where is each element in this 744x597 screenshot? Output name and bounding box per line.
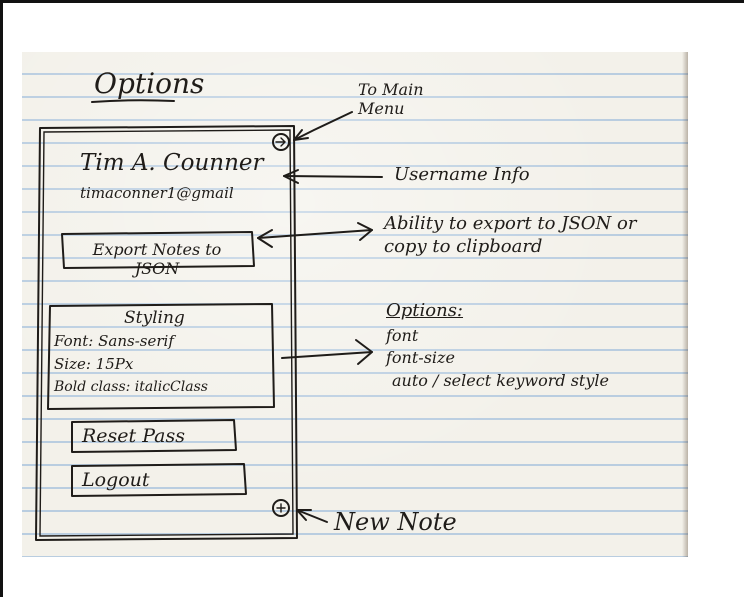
styling-size-line[interactable]: Size: 15Px — [54, 357, 133, 372]
annotation-option-item: auto / select keyword style — [392, 371, 609, 390]
annotation-option-item: font — [386, 326, 419, 345]
logout-button[interactable]: Logout — [82, 471, 150, 490]
annotation-option-item: font-size — [386, 348, 455, 367]
paper-edge-shadow — [682, 52, 688, 557]
sketch-title: Options — [94, 67, 205, 100]
arrow-username-info — [283, 175, 383, 178]
arrow-to-main-menu — [293, 111, 353, 141]
menu-arrow-glyph — [275, 137, 286, 147]
annotation-new-note: New Note — [334, 508, 457, 536]
styling-bold-line[interactable]: Bold class: italicClass — [54, 380, 208, 394]
export-notes-button[interactable]: Export Notes to JSON — [72, 240, 242, 278]
user-email: timaconner1@gmail — [80, 184, 234, 202]
notebook-paper: Options Tim A. Counner timaconner1@gmail… — [22, 52, 688, 557]
new-note-plus-glyph — [276, 503, 286, 513]
reset-pass-button[interactable]: Reset Pass — [82, 427, 185, 446]
user-name: Tim A. Counner — [80, 150, 264, 176]
frame-top-border — [0, 0, 744, 3]
title-underline — [91, 99, 175, 103]
annotation-username-info: Username Info — [394, 164, 530, 185]
frame-left-border — [0, 0, 3, 597]
styling-font-line[interactable]: Font: Sans-serif — [54, 334, 174, 349]
arrow-export — [257, 229, 373, 239]
annotation-export: Ability to export to JSON or copy to cli… — [384, 213, 637, 257]
styling-heading: Styling — [124, 308, 185, 328]
annotation-to-main-menu: To Main Menu — [358, 80, 424, 118]
annotation-options-heading: Options: — [386, 300, 464, 321]
